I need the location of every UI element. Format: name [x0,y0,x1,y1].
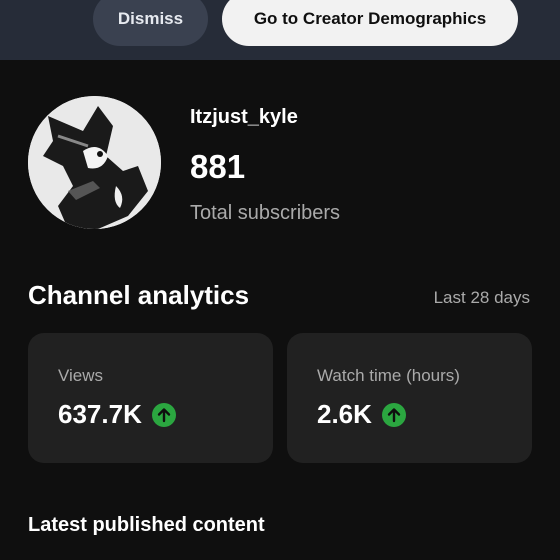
views-label: Views [58,366,104,385]
views-value: 637.7K [58,399,142,429]
avatar-image [28,96,161,229]
channel-avatar[interactable] [28,96,161,229]
arrow-up-circle-icon [381,402,406,427]
demographics-button-label: Go to Creator Demographics [253,9,487,28]
watch-time-value: 2.6K [317,399,372,429]
subscriber-label: Total subscribers [190,202,341,224]
analytics-period: Last 28 days [433,288,530,307]
channel-analytics-title: Channel analytics [28,280,250,310]
watch-time-value-row: 2.6K [317,399,406,430]
views-card[interactable]: Views 637.7K [28,333,273,463]
watch-time-card[interactable]: Watch time (hours) 2.6K [287,333,532,463]
channel-name: Itzjust_kyle [190,106,298,128]
latest-published-content-title: Latest published content [28,514,265,536]
subscriber-count: 881 [190,148,246,185]
dismiss-button-label: Dismiss [117,9,184,28]
go-to-creator-demographics-button[interactable]: Go to Creator Demographics [222,0,518,46]
arrow-up-circle-icon [151,402,176,427]
watch-time-label: Watch time (hours) [317,366,460,385]
top-banner: Dismiss Go to Creator Demographics [0,0,560,60]
views-value-row: 637.7K [58,399,176,430]
dismiss-button[interactable]: Dismiss [93,0,208,46]
